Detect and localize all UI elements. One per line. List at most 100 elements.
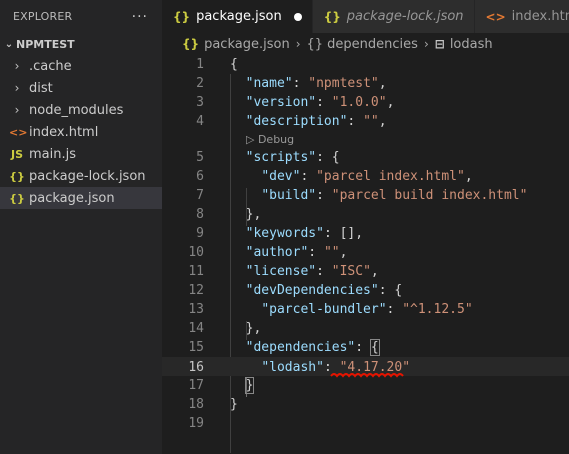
punctuation: ,: [464, 169, 473, 184]
line-text: }: [230, 395, 238, 414]
json-file-icon: {}: [9, 191, 25, 205]
editor-tabs: {} package.json {} package-lock.json <> index…: [162, 0, 569, 33]
code-line[interactable]: 3 "version": "1.0.0",: [162, 93, 569, 112]
line-text: "build": "parcel build index.html": [230, 186, 527, 205]
json-key: "scripts": [245, 150, 317, 165]
json-key: "version": [245, 95, 317, 110]
line-number: 18: [188, 397, 204, 412]
file-tree-item[interactable]: › dist: [0, 77, 162, 99]
code-line[interactable]: 8 },: [162, 205, 569, 224]
chevron-right-icon: ›: [295, 37, 301, 51]
editor-tab[interactable]: {} package.json: [162, 0, 313, 33]
line-number: 13: [188, 302, 204, 317]
punctuation: : [],: [323, 226, 364, 241]
punctuation: : {: [316, 150, 340, 165]
json-string: "": [363, 114, 379, 129]
code-line[interactable]: 12 "devDependencies": {: [162, 281, 569, 300]
code-line[interactable]: 1{: [162, 55, 569, 74]
debug-codelens-label[interactable]: ▷ Debug: [246, 131, 294, 148]
punctuation: [230, 264, 246, 279]
file-tree-item[interactable]: {} package-lock.json: [0, 165, 162, 187]
line-number: 6: [196, 169, 204, 184]
line-number: 4: [196, 114, 204, 129]
unsaved-dot-icon[interactable]: [293, 12, 302, 21]
line-text: "keywords": [],: [230, 224, 363, 243]
line-number: 19: [188, 416, 204, 431]
code-line[interactable]: 11 "license": "ISC",: [162, 262, 569, 281]
project-section-header[interactable]: ⌄ NPMTEST: [0, 33, 162, 55]
json-key: "parcel-bundler": [261, 302, 387, 317]
code-line[interactable]: 10 "author": "",: [162, 243, 569, 262]
json-file-icon: {}: [173, 9, 191, 24]
file-tree-label: index.html: [29, 124, 99, 140]
code-line[interactable]: 19: [162, 414, 569, 433]
punctuation: {: [230, 57, 238, 72]
punctuation: [230, 169, 261, 184]
json-key: "devDependencies": [245, 283, 379, 298]
bracket-match: {: [369, 339, 380, 356]
punctuation: [230, 95, 246, 110]
error-squiggle: [329, 373, 404, 378]
editor-tab[interactable]: <> index.html: [474, 0, 569, 33]
line-number: 14: [188, 321, 204, 336]
code-editor[interactable]: 1{2 "name": "npmtest", 3 "version": "1.0.…: [162, 55, 569, 453]
code-line[interactable]: 2 "name": "npmtest",: [162, 74, 569, 93]
line-number: 11: [188, 264, 204, 279]
line-text: "scripts": {: [230, 148, 340, 167]
line-text: "devDependencies": {: [230, 281, 403, 300]
code-line[interactable]: 13 "parcel-bundler": "^1.12.5": [162, 300, 569, 319]
code-line[interactable]: 6 "dev": "parcel index.html",: [162, 167, 569, 186]
punctuation: },: [230, 207, 262, 222]
file-tree-label: main.js: [29, 146, 76, 162]
punctuation: ,: [378, 76, 387, 91]
breadcrumb-lodash[interactable]: lodash: [450, 37, 493, 52]
file-tree-item[interactable]: › .cache: [0, 55, 162, 77]
debug-codelens[interactable]: ▷ Debug: [162, 131, 569, 148]
line-number: 16: [188, 360, 204, 375]
code-line[interactable]: 14 },: [162, 319, 569, 338]
line-text: "name": "npmtest",: [230, 74, 387, 93]
explorer-title: EXPLORER: [13, 10, 73, 23]
punctuation: ,: [378, 114, 387, 129]
code-line[interactable]: 4 "description": "",: [162, 112, 569, 131]
line-text: "parcel-bundler": "^1.12.5": [230, 300, 472, 319]
code-line[interactable]: 18}: [162, 395, 569, 414]
file-tree-item[interactable]: {} package.json: [0, 187, 162, 209]
code-line[interactable]: 9 "keywords": [],: [162, 224, 569, 243]
breadcrumb-file[interactable]: package.json: [204, 37, 290, 52]
chevron-down-icon: ⌄: [4, 38, 14, 50]
punctuation: ,: [339, 245, 348, 260]
code-line[interactable]: 15 "dependencies": {: [162, 338, 569, 357]
punctuation: :: [292, 76, 309, 91]
punctuation: :: [316, 95, 332, 110]
punctuation: [230, 302, 261, 317]
code-line[interactable]: 7 "build": "parcel build index.html": [162, 186, 569, 205]
line-number: 7: [196, 188, 204, 203]
json-key: "author": [245, 245, 309, 260]
punctuation: },: [230, 321, 262, 336]
file-tree-label: .cache: [29, 58, 72, 74]
file-tree-item[interactable]: JS main.js: [0, 143, 162, 165]
punctuation: [230, 226, 246, 241]
file-tree: › .cache › dist › node_modules <> index.html JS m…: [0, 55, 162, 209]
punctuation: ,: [370, 264, 379, 279]
file-tree-item[interactable]: <> index.html: [0, 121, 162, 143]
line-text: "license": "ISC",: [230, 262, 379, 281]
line-number: 8: [196, 207, 204, 222]
punctuation: [230, 114, 246, 129]
editor-tab[interactable]: {} package-lock.json: [312, 0, 475, 33]
more-actions-icon[interactable]: ···: [132, 9, 148, 25]
punctuation: :: [300, 169, 317, 184]
file-tree-item[interactable]: › node_modules: [0, 99, 162, 121]
json-file-icon: {}: [323, 9, 341, 24]
line-text: "version": "1.0.0",: [230, 93, 395, 112]
line-text: "dev": "parcel index.html",: [230, 167, 473, 186]
breadcrumb-dependencies[interactable]: {} dependencies: [307, 37, 418, 52]
punctuation: :: [316, 264, 332, 279]
punctuation: :: [308, 245, 324, 260]
file-tree-label: node_modules: [29, 102, 124, 118]
json-key: "description": [245, 114, 348, 129]
line-number: 3: [196, 95, 204, 110]
code-line[interactable]: 5 "scripts": {: [162, 148, 569, 167]
file-tree-label: package-lock.json: [29, 168, 146, 184]
